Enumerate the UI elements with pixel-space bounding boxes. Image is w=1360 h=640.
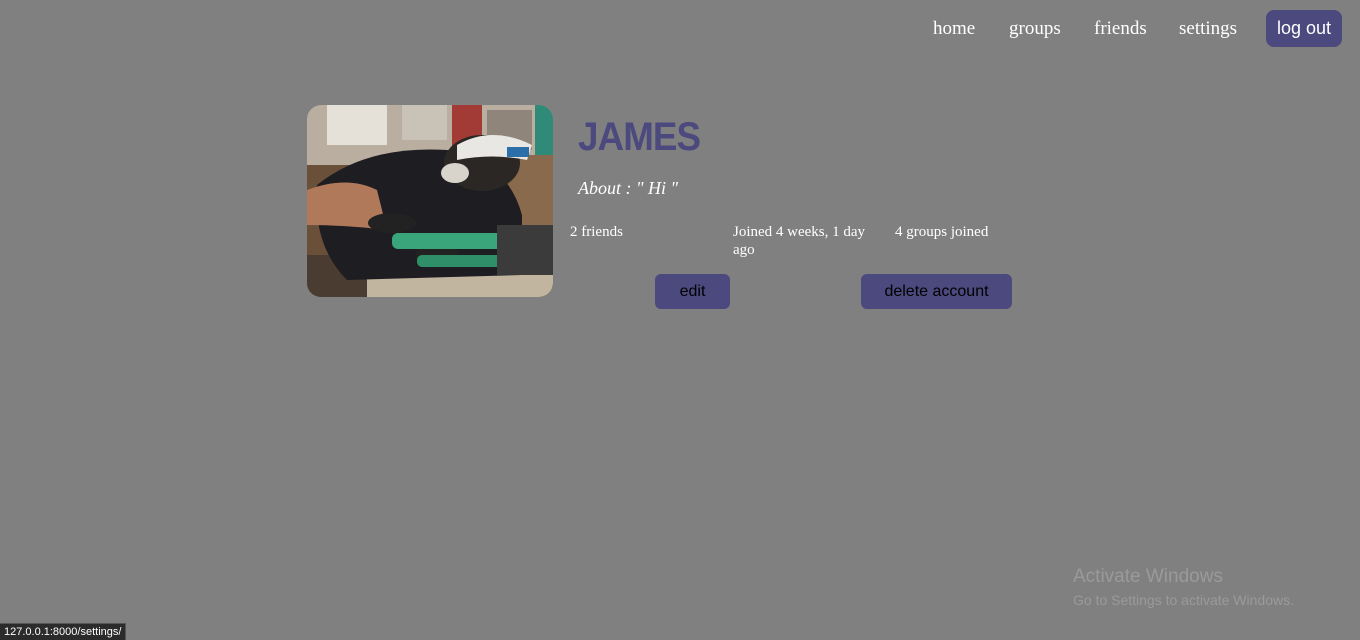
- nav-friends-link[interactable]: friends: [1094, 18, 1147, 40]
- nav-home-link[interactable]: home: [933, 18, 975, 40]
- status-bar-url: 127.0.0.1:8000/settings/: [0, 623, 127, 640]
- nav-groups-link[interactable]: groups: [1009, 18, 1061, 40]
- watermark-subtitle: Go to Settings to activate Windows.: [1073, 592, 1294, 608]
- profile-photo-image: [307, 105, 553, 297]
- nav-settings-link[interactable]: settings: [1179, 18, 1237, 40]
- profile-avatar: [307, 105, 553, 297]
- edit-button[interactable]: edit: [655, 274, 730, 309]
- about-label: About :: [578, 178, 632, 198]
- joined-date: Joined 4 weeks, 1 day ago: [733, 224, 866, 258]
- groups-count: 4 groups joined: [895, 224, 989, 240]
- profile-name: JAMES: [578, 115, 701, 159]
- delete-account-button[interactable]: delete account: [861, 274, 1012, 309]
- windows-activation-watermark: Activate Windows Go to Settings to activ…: [1073, 566, 1294, 610]
- about-text: About : " Hi ": [578, 177, 678, 199]
- watermark-title: Activate Windows: [1073, 566, 1223, 587]
- top-nav: home groups friends settings log out: [0, 0, 1360, 58]
- friends-count: 2 friends: [570, 224, 623, 240]
- about-value: " Hi ": [636, 178, 679, 198]
- logout-button[interactable]: log out: [1266, 10, 1342, 47]
